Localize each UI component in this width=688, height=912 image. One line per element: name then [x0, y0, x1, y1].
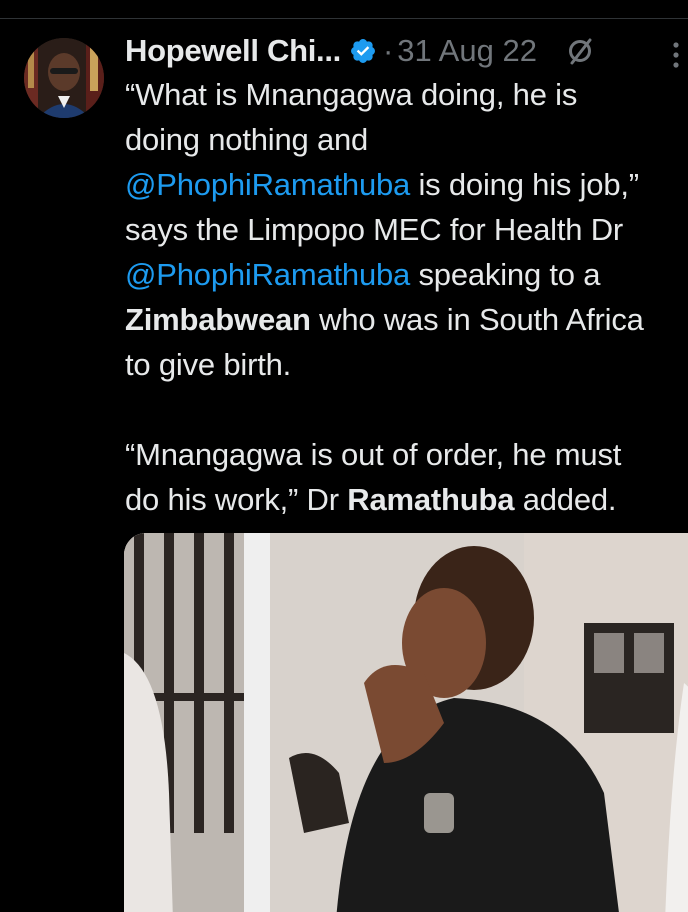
verified-badge-icon [351, 39, 375, 63]
video-frame-image [124, 533, 688, 912]
tweet-line: to give birth. [125, 347, 292, 382]
tweet-line: Zimbabwean who was in South Africa [125, 297, 688, 342]
tweet-line: @PhophiRamathuba is doing his job,” [125, 162, 688, 207]
more-vertical-icon[interactable] [672, 40, 680, 70]
avatar[interactable] [24, 38, 104, 118]
display-name[interactable]: Hopewell Chi... [125, 33, 341, 69]
tweet-line: says the Limpopo MEC for Health Dr [125, 212, 624, 247]
tweet-line: @PhophiRamathuba speaking to a [125, 252, 688, 297]
tweet-text-fragment: who was in South Africa [310, 302, 644, 337]
tweet-text-fragment: speaking to a [410, 257, 601, 292]
mention-link[interactable]: @PhophiRamathuba [125, 257, 410, 292]
tweet-text-fragment: do his work,” Dr [125, 482, 348, 517]
bold-text: Ramathuba [347, 482, 515, 517]
tweet-line: do his work,” Dr Ramathuba added. [125, 477, 688, 522]
mention-link[interactable]: @PhophiRamathuba [125, 167, 410, 202]
tweet-line: “Mnangagwa is out of order, he must [125, 437, 622, 472]
tweet-text-fragment: added. [514, 482, 617, 517]
grok-icon[interactable] [565, 36, 595, 66]
bold-text: Zimbabwean [125, 302, 311, 337]
tweet-date[interactable]: 31 Aug 22 [397, 33, 537, 69]
divider [0, 18, 688, 19]
tweet-text: “What is Mnangagwa doing, he is doing no… [125, 72, 688, 522]
separator-dot: · [382, 33, 394, 68]
tweet-screen: Hopewell Chi... · 31 Aug 22 “What is Mna… [0, 0, 688, 912]
tweet-line: doing nothing and [125, 122, 369, 157]
avatar-image [24, 38, 104, 118]
tweet-text-fragment: is doing his job,” [410, 167, 639, 202]
tweet-line: “What is Mnangagwa doing, he is [125, 77, 578, 112]
tweet-header: Hopewell Chi... · 31 Aug 22 [125, 28, 688, 74]
tweet-video[interactable] [124, 533, 688, 912]
